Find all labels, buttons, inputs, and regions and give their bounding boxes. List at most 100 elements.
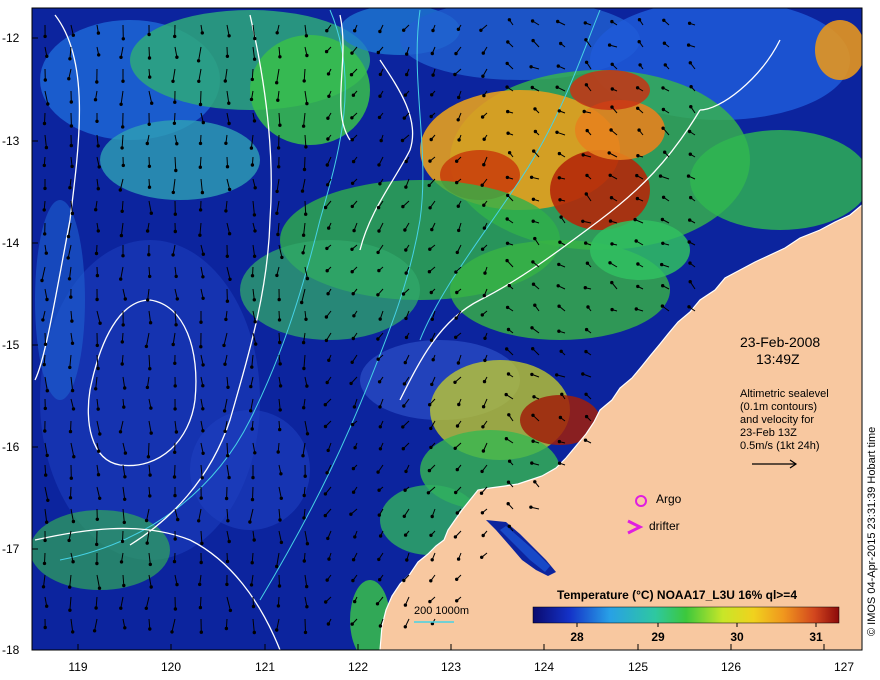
temperature-colorbar	[532, 606, 840, 624]
velocity-arrow-head	[250, 427, 254, 431]
velocity-arrow-head	[123, 475, 127, 479]
velocity-arrow-head	[404, 159, 408, 164]
velocity-arrow-head	[376, 250, 380, 255]
velocity-arrow-head	[455, 159, 459, 163]
velocity-arrow-head	[201, 451, 205, 455]
velocity-arrow-head	[661, 195, 666, 200]
velocity-arrow-head	[403, 533, 408, 537]
velocity-arrow-head	[171, 342, 175, 347]
velocity-arrow-head	[482, 137, 486, 141]
velocity-arrow-head	[378, 534, 383, 538]
velocity-arrow-head	[428, 206, 432, 210]
velocity-arrow-head	[479, 491, 484, 495]
velocity-arrow-head	[175, 297, 180, 301]
velocity-arrow-head	[225, 54, 230, 58]
velocity-arrow-head	[148, 562, 153, 567]
velocity-arrow-head	[658, 174, 663, 178]
altimetry-description: Altimetric sealevel (0.1m contours) and …	[740, 388, 829, 453]
velocity-arrow-head	[252, 298, 257, 302]
velocity-arrow-head	[430, 51, 434, 56]
velocity-arrow-head	[403, 625, 407, 629]
velocity-arrow-head	[610, 105, 614, 109]
velocity-arrow-head	[480, 469, 484, 474]
velocity-arrow-head	[583, 286, 587, 290]
velocity-arrow-head	[251, 475, 255, 480]
velocity-arrow-head	[557, 461, 562, 465]
velocity-arrow-head	[70, 211, 75, 216]
velocity-arrow-head	[376, 470, 380, 474]
velocity-arrow-head	[350, 622, 354, 626]
velocity-arrow-head	[505, 85, 509, 89]
velocity-arrow-head	[636, 154, 640, 158]
velocity-arrow-head	[402, 116, 406, 120]
velocity-arrow-head	[533, 480, 537, 484]
velocity-arrow-head	[228, 277, 232, 281]
velocity-arrow-head	[147, 122, 151, 127]
velocity-arrow-head	[199, 345, 203, 349]
velocity-arrow-head	[560, 392, 564, 396]
velocity-arrow-head	[351, 336, 355, 341]
velocity-arrow-head	[278, 427, 282, 432]
velocity-arrow-head	[533, 129, 538, 134]
velocity-arrow	[226, 442, 229, 456]
colorbar-title: Temperature (°C) NOAA17_L3U 16% ql>=4	[557, 588, 797, 602]
velocity-arrow-head	[95, 542, 99, 547]
velocity-arrow-head	[69, 124, 74, 128]
velocity-arrow-head	[455, 599, 459, 603]
velocity-arrow-head	[378, 425, 382, 429]
velocity-arrow-head	[326, 116, 330, 120]
velocity-arrow-head	[277, 318, 282, 322]
velocity-arrow-head	[278, 518, 282, 522]
velocity-arrow-head	[430, 227, 434, 232]
velocity-arrow-head	[95, 297, 99, 302]
velocity-arrow-head	[505, 175, 510, 180]
velocity-arrow-head	[145, 229, 150, 233]
velocity-arrow-head	[430, 317, 434, 321]
velocity-arrow-head	[350, 181, 355, 186]
bathymetry-scale-label: 200 1000m	[414, 605, 470, 617]
velocity-arrow-head	[401, 425, 405, 429]
velocity-arrow-head	[224, 496, 229, 501]
velocity-arrow-head	[351, 490, 356, 494]
velocity-arrow-head	[96, 187, 101, 191]
velocity-arrow-head	[375, 602, 380, 606]
velocity-arrow-head	[687, 305, 691, 309]
velocity-arrow-head	[228, 608, 233, 613]
velocity-arrow-head	[350, 51, 354, 55]
velocity-arrow-head	[279, 540, 284, 545]
velocity-arrow-head	[349, 512, 353, 516]
velocity-arrow-head	[559, 215, 563, 219]
velocity-arrow-head	[584, 327, 589, 332]
velocity-arrow-head	[585, 261, 590, 265]
velocity-arrow-head	[557, 151, 562, 156]
velocity-arrow-head	[688, 261, 692, 265]
velocity-arrow-head	[350, 270, 354, 274]
velocity-arrow-head	[506, 40, 510, 44]
velocity-arrow-head	[123, 386, 127, 390]
velocity-arrow-head	[71, 33, 76, 37]
velocity-arrow-head	[69, 295, 73, 299]
velocity-arrow-head	[66, 234, 71, 239]
velocity-arrow-head	[377, 268, 381, 273]
velocity-arrow-head	[249, 583, 254, 587]
velocity-arrow-head	[454, 51, 458, 56]
velocity-arrow-head	[171, 253, 175, 257]
velocity-arrow-head	[480, 555, 484, 559]
velocity-arrow-head	[225, 559, 230, 564]
velocity-arrow-head	[41, 585, 46, 589]
velocity-arrow-head	[376, 50, 380, 55]
velocity-arrow-head	[584, 60, 589, 64]
velocity-arrow-head	[555, 130, 559, 135]
velocity-arrow-head	[275, 81, 279, 85]
velocity-arrow-head	[351, 292, 355, 296]
velocity-arrow-head	[401, 292, 406, 296]
lon-label: 127	[833, 660, 855, 674]
velocity-arrow-head	[121, 37, 126, 41]
velocity-arrow-head	[507, 18, 512, 22]
velocity-arrow-head	[532, 149, 536, 153]
velocity-arrow-head	[326, 72, 331, 76]
velocity-arrow-head	[43, 406, 47, 411]
velocity-arrow-head	[559, 41, 563, 46]
velocity-arrow-head	[146, 298, 150, 302]
velocity-arrow-head	[249, 384, 253, 389]
